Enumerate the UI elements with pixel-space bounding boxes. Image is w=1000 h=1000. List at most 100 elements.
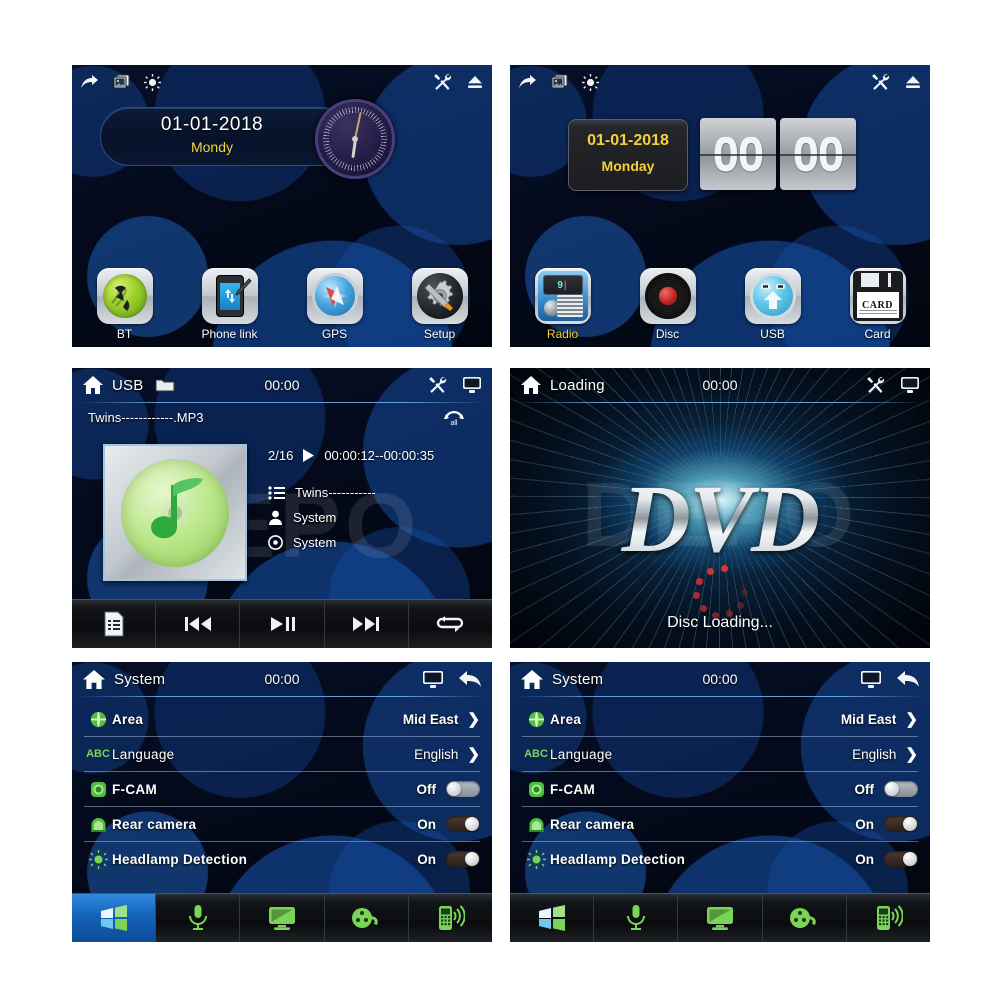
repeat-all-icon[interactable]: all: [442, 408, 466, 426]
tools-icon[interactable]: [428, 376, 448, 394]
panel-home-analog[interactable]: 01-01-2018 Mondy BT Phone link GPS Setup: [72, 65, 492, 347]
share-arrow-icon[interactable]: [80, 74, 99, 90]
home-icon[interactable]: [82, 375, 104, 395]
setting-row-headlamp[interactable]: Headlamp Detection On: [84, 842, 480, 876]
toggle-fcam[interactable]: [446, 781, 480, 797]
toggle-headlamp[interactable]: [446, 851, 480, 867]
setting-label: Headlamp Detection: [112, 851, 248, 867]
monitor-icon[interactable]: [860, 670, 882, 689]
setting-row-fcam[interactable]: F-CAM Off: [522, 772, 918, 807]
app-label: BT: [116, 327, 133, 341]
folder-icon[interactable]: [155, 377, 175, 393]
app-bt[interactable]: BT: [82, 268, 168, 341]
repeat-button[interactable]: [409, 600, 492, 648]
front-camera-icon: [84, 781, 112, 798]
panel-home-flip[interactable]: 01-01-2018 Monday 00 00 9 | Radio Disc U…: [510, 65, 930, 347]
app-label: USB: [760, 327, 785, 341]
status-bar: [510, 65, 930, 99]
play-icon[interactable]: [302, 448, 315, 463]
toggle-rear-camera[interactable]: [884, 816, 918, 832]
flip-clock[interactable]: 00 00: [700, 118, 856, 190]
app-phone-link[interactable]: Phone link: [187, 268, 273, 341]
taskbar-start-button[interactable]: [510, 894, 595, 942]
home-icon[interactable]: [520, 669, 544, 690]
setting-row-language[interactable]: ABC Language English ❯: [84, 737, 480, 772]
setting-row-area[interactable]: Area Mid East ❯: [84, 702, 480, 737]
rear-camera-icon: [522, 816, 550, 833]
panel-dvd-loading[interactable]: DEPO DVD Loading 00:00: [510, 368, 930, 648]
album-disc-icon: [121, 458, 229, 567]
datetime-widget[interactable]: 01-01-2018 Mondy: [100, 107, 350, 166]
taskbar-phone-button[interactable]: [847, 894, 930, 942]
playlist-button[interactable]: [72, 600, 157, 648]
tools-icon[interactable]: [871, 73, 891, 91]
datetime-widget[interactable]: 01-01-2018 Monday: [568, 119, 688, 191]
toggle-rear-camera[interactable]: [446, 816, 480, 832]
brightness-icon[interactable]: [144, 73, 161, 91]
taskbar-monitor-button[interactable]: [240, 894, 325, 942]
taskbar-microphone-button[interactable]: [594, 894, 679, 942]
widget-day: Monday: [601, 158, 655, 174]
home-icon[interactable]: [82, 669, 106, 690]
play-pause-button[interactable]: [240, 600, 325, 648]
app-label: Setup: [423, 327, 456, 341]
meta-album: System: [293, 535, 337, 550]
taskbar-phone-button[interactable]: [409, 894, 492, 942]
toggle-headlamp[interactable]: [884, 851, 918, 867]
setting-row-area[interactable]: Area Mid East ❯: [522, 702, 918, 737]
eject-icon[interactable]: [466, 75, 484, 89]
player-controls: [72, 599, 492, 648]
chevron-right-icon[interactable]: ❯: [467, 710, 480, 728]
setting-value: On: [417, 851, 436, 867]
panel-system-right[interactable]: System 00:00 Area Mid East ❯ ABC Languag…: [510, 662, 930, 942]
back-arrow-icon[interactable]: [458, 669, 482, 689]
setting-row-headlamp[interactable]: Headlamp Detection On: [522, 842, 918, 876]
toggle-fcam[interactable]: [884, 781, 918, 797]
app-usb[interactable]: USB: [730, 268, 816, 341]
back-arrow-icon[interactable]: [896, 669, 920, 689]
tools-icon[interactable]: [433, 73, 453, 91]
taskbar-monitor-button[interactable]: [678, 894, 763, 942]
chevron-right-icon[interactable]: ❯: [905, 710, 918, 728]
monitor-icon[interactable]: [462, 376, 482, 394]
gallery-icon[interactable]: [550, 74, 569, 91]
taskbar-microphone-button[interactable]: [156, 894, 241, 942]
setting-row-rear-camera[interactable]: Rear camera On: [84, 807, 480, 842]
app-radio[interactable]: 9 | Radio: [520, 268, 606, 341]
share-arrow-icon[interactable]: [518, 74, 537, 90]
panel-system-left[interactable]: System 00:00 Area Mid East ❯ ABC Languag…: [72, 662, 492, 942]
taskbar-film-button[interactable]: [325, 894, 409, 942]
monitor-icon[interactable]: [422, 670, 444, 689]
home-icon[interactable]: [520, 375, 542, 395]
panel-usb-player[interactable]: DEPO USB 00:00 Twins---: [72, 368, 492, 648]
playback-info: 2/16 00:00:12--00:00:35: [268, 448, 434, 463]
next-track-button[interactable]: [325, 600, 409, 648]
setting-row-language[interactable]: ABC Language English ❯: [522, 737, 918, 772]
taskbar-start-button[interactable]: [72, 894, 157, 942]
eject-icon[interactable]: [904, 75, 922, 89]
brightness-icon[interactable]: [582, 73, 599, 91]
app-grid: 9 | Radio Disc USB CARD Card: [510, 268, 930, 341]
meta-title: Twins-----------: [295, 485, 376, 500]
app-gps[interactable]: GPS: [292, 268, 378, 341]
setting-row-rear-camera[interactable]: Rear camera On: [522, 807, 918, 842]
chevron-right-icon[interactable]: ❯: [467, 745, 480, 763]
app-setup[interactable]: Setup: [397, 268, 483, 341]
tools-icon[interactable]: [866, 376, 886, 394]
app-label: Radio: [546, 327, 579, 341]
chevron-right-icon[interactable]: ❯: [905, 745, 918, 763]
monitor-icon[interactable]: [900, 376, 920, 394]
app-disc[interactable]: Disc: [625, 268, 711, 341]
app-tile: [201, 268, 258, 324]
taskbar-film-button[interactable]: [763, 894, 847, 942]
setting-value: Mid East: [840, 711, 897, 727]
app-card[interactable]: CARD Card: [835, 268, 921, 341]
analog-clock-icon[interactable]: [315, 99, 395, 179]
setting-value: Off: [416, 781, 437, 797]
setting-row-fcam[interactable]: F-CAM Off: [84, 772, 480, 807]
vinyl-disc-icon: [644, 272, 692, 320]
clock-center-cap: [352, 136, 358, 142]
previous-track-button[interactable]: [156, 600, 241, 648]
bluetooth-phone-icon: [101, 272, 149, 320]
gallery-icon[interactable]: [112, 74, 131, 91]
